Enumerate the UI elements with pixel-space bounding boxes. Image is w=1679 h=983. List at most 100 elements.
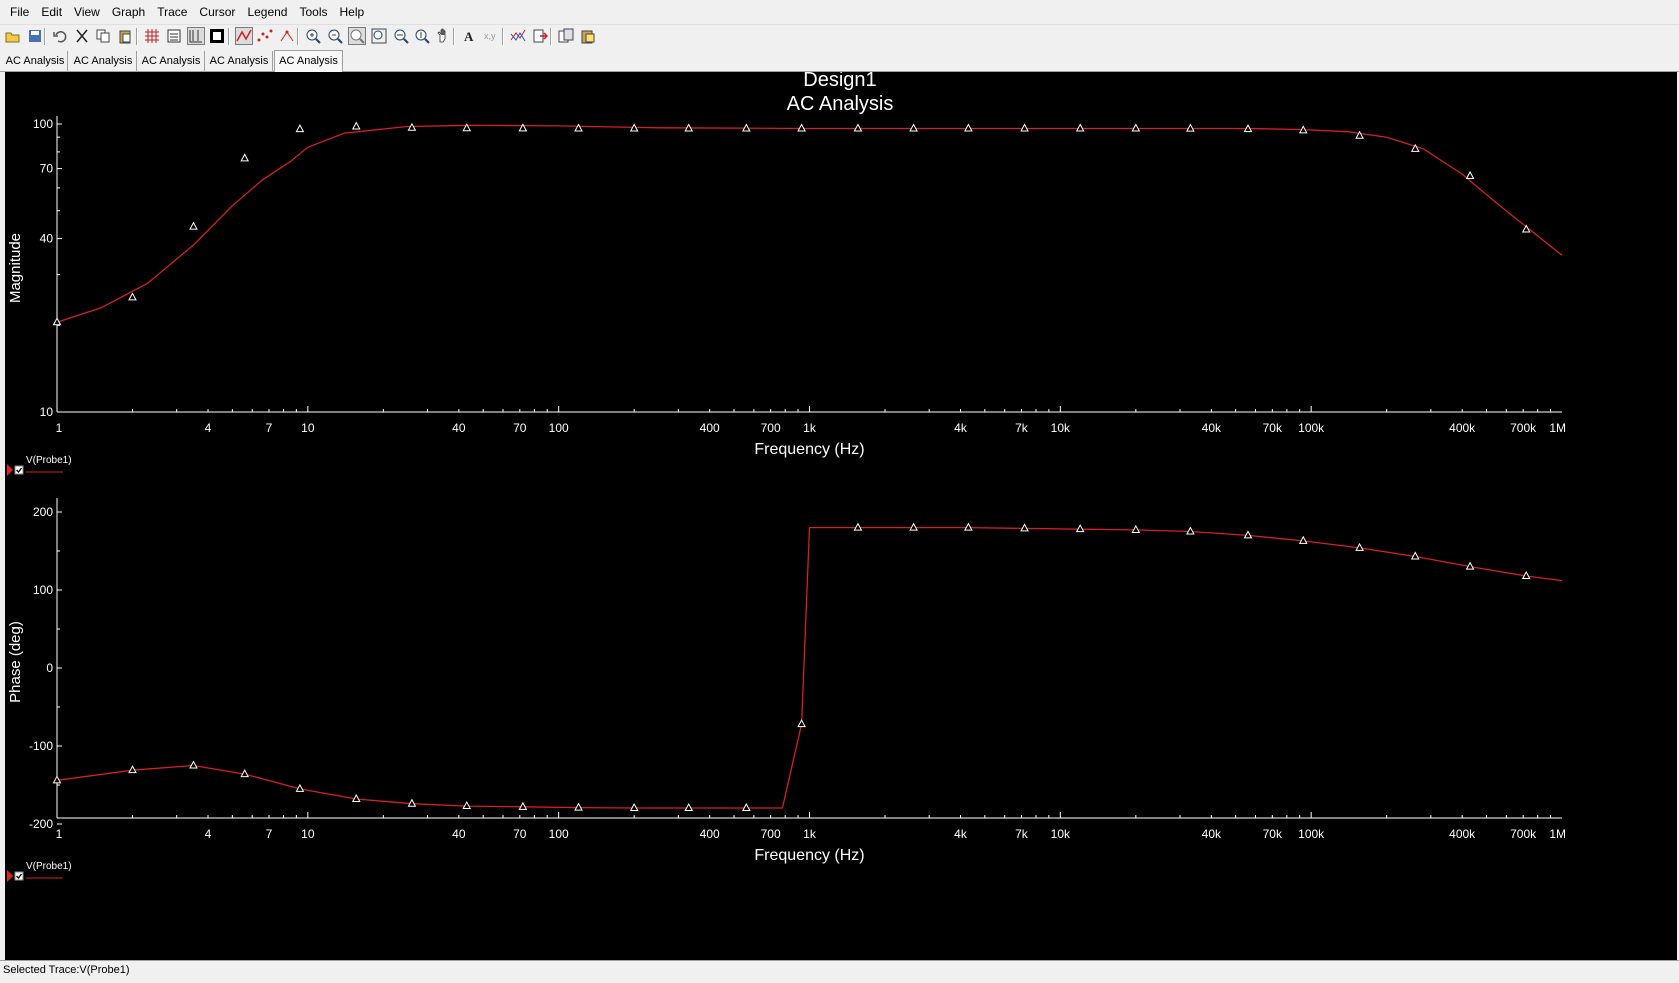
trace-line-markers-button[interactable] bbox=[278, 27, 296, 45]
x-tick-label: 10k bbox=[1051, 827, 1071, 841]
trace-marker bbox=[909, 522, 918, 531]
paste-graph-button[interactable] bbox=[579, 27, 597, 45]
x-tick-label: 1 bbox=[56, 421, 63, 435]
trace-marker bbox=[853, 123, 863, 132]
menu-trace[interactable]: Trace bbox=[151, 0, 193, 24]
trace-marker bbox=[189, 221, 198, 230]
x-tick-label: 70 bbox=[513, 421, 527, 435]
show-cursors-icon bbox=[189, 30, 202, 43]
menu-file[interactable]: File bbox=[0, 0, 35, 24]
zoom-full-icon bbox=[371, 28, 387, 44]
menu-cursor[interactable]: Cursor bbox=[193, 0, 241, 24]
save-icon bbox=[29, 30, 41, 42]
zoom-in-button[interactable] bbox=[304, 27, 322, 45]
trace-marker bbox=[351, 121, 361, 130]
menu-tools[interactable]: Tools bbox=[293, 0, 333, 24]
x-tick-label: 1k bbox=[803, 421, 817, 435]
analysis-tabs: AC Analysis AC Analysis AC Analysis AC A… bbox=[0, 50, 1679, 72]
export-icon bbox=[533, 29, 548, 43]
label-button[interactable]: x,y bbox=[482, 27, 500, 45]
menu-graph[interactable]: Graph bbox=[106, 0, 151, 24]
paste-button[interactable] bbox=[116, 27, 134, 45]
reverse-colors-button[interactable] bbox=[208, 27, 226, 45]
menu-edit[interactable]: Edit bbox=[35, 0, 68, 24]
graph-subtitle: AC Analysis bbox=[787, 93, 894, 115]
trace-marker bbox=[684, 802, 694, 812]
trace-marker bbox=[1186, 123, 1195, 132]
x-tick-label: 400k bbox=[1449, 421, 1476, 435]
text-icon: A bbox=[464, 29, 474, 44]
save-button[interactable] bbox=[26, 27, 44, 45]
tab-ac-analysis-1[interactable]: AC Analysis bbox=[3, 51, 68, 71]
zoom-y-button[interactable] bbox=[413, 27, 431, 45]
text-button[interactable]: A bbox=[460, 27, 478, 45]
x-tick-label: 40 bbox=[452, 827, 466, 841]
graph-title: Design1 bbox=[803, 72, 876, 91]
x-tick-label: 4 bbox=[205, 421, 212, 435]
y-axis-label: Magnitude bbox=[7, 233, 24, 303]
zoom-in-icon bbox=[306, 29, 321, 44]
undo-button[interactable] bbox=[51, 27, 69, 45]
x-tick-label: 400k bbox=[1449, 827, 1476, 841]
toolbar-separator bbox=[297, 28, 299, 45]
plot-canvas[interactable]: Design1 AC Analysis 1 4 7 10 40 70 100 400 700 1k… bbox=[5, 69, 1677, 960]
trace-marker bbox=[742, 802, 751, 812]
trace-marker bbox=[964, 123, 973, 132]
tab-ac-analysis-2[interactable]: AC Analysis bbox=[70, 51, 137, 71]
trace-v-probe1 bbox=[57, 124, 1563, 323]
zoom-full-button[interactable] bbox=[370, 27, 388, 45]
pan-button[interactable] bbox=[434, 27, 452, 45]
menu-help[interactable]: Help bbox=[334, 0, 371, 24]
x-tick-label: 7k bbox=[1015, 421, 1029, 435]
trace-markers-button[interactable] bbox=[256, 27, 274, 45]
export-button[interactable] bbox=[531, 27, 549, 45]
pan-icon bbox=[437, 28, 446, 43]
x-tick-label: 700k bbox=[1510, 827, 1537, 841]
grid-button[interactable] bbox=[143, 27, 161, 45]
tab-ac-analysis-3[interactable]: AC Analysis bbox=[138, 51, 205, 71]
trace-line-button[interactable] bbox=[235, 27, 253, 45]
zoom-area-button[interactable] bbox=[348, 27, 366, 45]
x-tick-label: 700k bbox=[1510, 421, 1537, 435]
grapher-window: File Edit View Graph Trace Cursor Legend… bbox=[0, 0, 1679, 983]
x-tick-label: 1M bbox=[1549, 827, 1566, 841]
zoom-x-icon bbox=[394, 29, 409, 44]
menu-view[interactable]: View bbox=[68, 0, 106, 24]
show-cursors-button[interactable] bbox=[187, 27, 205, 45]
tab-ac-analysis-4[interactable]: AC Analysis bbox=[206, 51, 273, 71]
trace-marker bbox=[797, 719, 806, 728]
grid-icon bbox=[145, 29, 159, 43]
trace-line-icon bbox=[236, 29, 252, 42]
trace-marker bbox=[909, 123, 918, 132]
trace-markers-icon bbox=[257, 29, 273, 42]
open-button[interactable] bbox=[4, 27, 22, 45]
x-tick-label: 10 bbox=[301, 421, 315, 435]
overlay-traces-button[interactable] bbox=[509, 27, 527, 45]
x-tick-label: 40 bbox=[452, 421, 466, 435]
tab-ac-analysis-5[interactable]: AC Analysis bbox=[274, 50, 343, 72]
zoom-x-button[interactable] bbox=[392, 27, 410, 45]
legend-button[interactable] bbox=[165, 27, 183, 45]
legend-label: V(Probe1) bbox=[26, 455, 72, 466]
x-tick-label: 1M bbox=[1549, 421, 1566, 435]
y-tick-label: 70 bbox=[40, 162, 54, 176]
toolbar: Ax,y bbox=[0, 24, 1679, 49]
cut-button[interactable] bbox=[73, 27, 91, 45]
zoom-out-button[interactable] bbox=[326, 27, 344, 45]
trace-marker bbox=[574, 123, 583, 132]
x-tick-label: 4k bbox=[954, 421, 968, 435]
x-tick-label: 100 bbox=[549, 421, 569, 435]
paste-icon bbox=[119, 30, 131, 44]
copy-graph-button[interactable] bbox=[557, 27, 575, 45]
copy-button[interactable] bbox=[94, 27, 112, 45]
zoom-y-icon bbox=[415, 29, 430, 44]
menu-legend[interactable]: Legend bbox=[241, 0, 293, 24]
x-tick-label: 70k bbox=[1263, 421, 1283, 435]
menu-bar: File Edit View Graph Trace Cursor Legend… bbox=[0, 0, 1679, 24]
svg-text:A: A bbox=[464, 29, 474, 44]
graph-area[interactable]: Design1 AC Analysis 1 4 7 10 40 70 100 400 700 1k… bbox=[5, 69, 1677, 960]
trace-line-markers-icon bbox=[280, 30, 294, 42]
x-tick-label: 100k bbox=[1298, 827, 1325, 841]
copy-icon bbox=[96, 29, 110, 43]
paste-graph-icon bbox=[581, 30, 595, 44]
